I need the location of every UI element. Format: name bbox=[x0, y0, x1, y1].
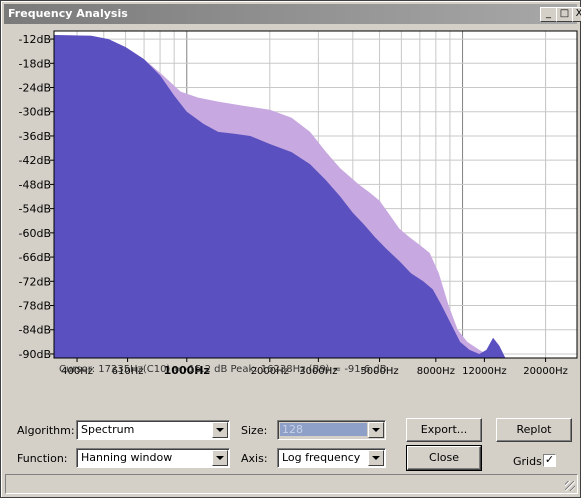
y-tick-label: -24dB bbox=[19, 82, 52, 95]
minimize-button[interactable]: _ bbox=[540, 7, 557, 22]
cursor-readout-text: Cursor: 17235Hz(C10) = -15.2 dB Peak: 16… bbox=[59, 364, 387, 375]
y-tick-label: -36dB bbox=[19, 130, 52, 143]
close-window-button[interactable]: X bbox=[572, 7, 581, 22]
axis-select[interactable]: Log frequency bbox=[277, 448, 386, 468]
resize-grip-icon[interactable] bbox=[565, 481, 575, 491]
function-value: Hanning window bbox=[81, 451, 173, 464]
size-label: Size: bbox=[241, 424, 268, 437]
y-tick-label: -84dB bbox=[19, 324, 52, 337]
y-tick-label: -72dB bbox=[19, 275, 52, 288]
y-tick-label: -48dB bbox=[19, 178, 52, 191]
frequency-analysis-window: Frequency Analysis _ □ X -12dB -18dB -24dB… bbox=[0, 0, 581, 498]
y-tick-label: -54dB bbox=[19, 203, 52, 216]
chevron-down-icon[interactable] bbox=[212, 422, 228, 438]
function-select[interactable]: Hanning window bbox=[76, 448, 230, 468]
axis-label: Axis: bbox=[241, 452, 268, 465]
axis-value: Log frequency bbox=[282, 451, 361, 464]
algorithm-select[interactable]: Spectrum bbox=[76, 420, 230, 440]
status-bar bbox=[5, 474, 578, 494]
title-bar[interactable]: Frequency Analysis _ □ X bbox=[4, 4, 581, 24]
size-value: 128 bbox=[280, 423, 367, 436]
grids-checkbox[interactable]: ✓ bbox=[543, 454, 556, 467]
y-tick-label: -12dB bbox=[19, 33, 52, 46]
algorithm-label: Algorithm: bbox=[17, 424, 75, 437]
y-tick-label: -66dB bbox=[19, 251, 52, 264]
window-title: Frequency Analysis bbox=[8, 7, 128, 20]
y-tick-label: -60dB bbox=[19, 227, 52, 240]
chevron-down-icon[interactable] bbox=[368, 450, 384, 466]
export-button[interactable]: Export... bbox=[406, 418, 482, 442]
chevron-down-icon[interactable] bbox=[368, 422, 384, 438]
maximize-button[interactable]: □ bbox=[556, 7, 573, 22]
function-label: Function: bbox=[17, 452, 68, 465]
x-tick-label: 8000Hz bbox=[417, 366, 455, 377]
y-tick-label: -30dB bbox=[19, 106, 52, 119]
x-tick-label: 20000Hz bbox=[523, 366, 568, 377]
y-tick-label: -42dB bbox=[19, 154, 52, 167]
y-tick-label: -78dB bbox=[19, 300, 52, 313]
size-select[interactable]: 128 bbox=[277, 420, 386, 440]
algorithm-value: Spectrum bbox=[81, 423, 135, 436]
y-tick-label: -90dB bbox=[19, 348, 52, 361]
grids-label: Grids bbox=[513, 455, 542, 468]
x-tick-label: 12000Hz bbox=[462, 366, 507, 377]
spectrum-plot-area[interactable]: -12dB -18dB -24dB -30dB -36dB -42dB -48dB -54dB… bbox=[1, 23, 581, 383]
replot-button[interactable]: Replot bbox=[496, 418, 572, 442]
close-button[interactable]: Close bbox=[406, 445, 482, 471]
y-tick-label: -18dB bbox=[19, 57, 52, 70]
cursor-readout: Cursor: 17235Hz(C10) = -15.2 dB Peak: 16… bbox=[59, 364, 387, 375]
spectrum-plot[interactable]: -12dB -18dB -24dB -30dB -36dB -42dB -48dB -54dB… bbox=[1, 23, 580, 383]
chevron-down-icon[interactable] bbox=[212, 450, 228, 466]
